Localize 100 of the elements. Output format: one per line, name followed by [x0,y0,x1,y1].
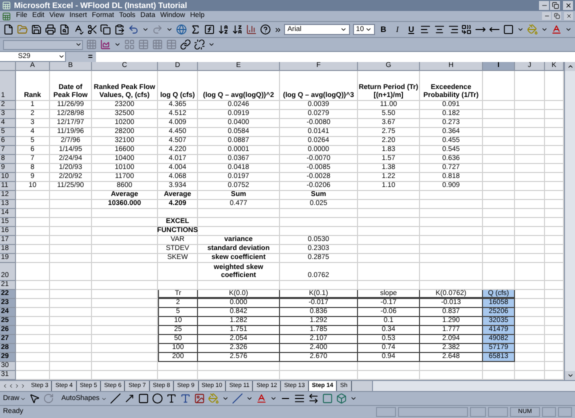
previous-sheet-icon[interactable] [8,383,14,389]
more-icon[interactable] [274,26,282,34]
table-cell [92,308,158,317]
table-cell [92,254,158,263]
style-button[interactable]: B [378,24,389,35]
arrow-style-icon[interactable] [308,393,318,404]
merge-center-icon[interactable] [461,24,472,35]
paste-icon[interactable] [114,24,126,35]
table-cell [50,353,92,362]
borders-icon[interactable] [503,24,514,35]
table-cell [50,245,92,254]
workbook-icon[interactable] [2,12,11,20]
picture-icon[interactable] [194,393,204,404]
line-color-icon[interactable] [232,393,242,404]
table-cell [158,362,198,371]
table-cell [515,218,545,227]
table-cell [420,245,483,254]
first-sheet-icon[interactable] [2,383,8,389]
help-icon[interactable] [260,24,270,35]
table-cell [50,200,92,209]
table-cell [358,281,420,290]
formula-field[interactable] [96,52,575,62]
spelling-icon[interactable] [72,24,84,35]
text-box-icon[interactable] [166,393,176,404]
table-cell [16,254,50,263]
table-cell [515,317,545,326]
caret-icon[interactable] [166,26,174,33]
table-cell [358,236,420,245]
table-cell [50,326,92,335]
table-cell [483,182,515,191]
caret-icon[interactable] [541,26,548,33]
table-cell [16,308,50,317]
area-chart-icon[interactable] [100,39,111,50]
table-cell [16,317,50,326]
table-cell [358,200,420,209]
caret-icon[interactable] [350,395,356,402]
cut-icon[interactable] [86,24,98,35]
line-icon[interactable] [110,393,120,404]
print-preview-icon[interactable] [58,24,70,35]
new-file-icon[interactable] [3,24,14,35]
table-cell [515,353,545,362]
caret-icon[interactable] [208,41,215,48]
sort-descending-icon[interactable] [232,24,243,35]
dropdown-field[interactable] [3,40,83,50]
next-sheet-icon[interactable] [14,383,20,389]
caret-icon[interactable] [564,26,572,33]
wordart-icon[interactable] [180,393,190,404]
caret-icon[interactable] [114,41,121,48]
arrow-icon[interactable] [124,393,134,404]
align-center-icon[interactable] [434,24,445,35]
table-cell [16,209,50,218]
increase-decimal-icon[interactable] [475,24,486,35]
table-cell [358,263,420,281]
table-cell [50,254,92,263]
scroll-down-icon[interactable] [566,372,574,379]
horizontal-scrollbar[interactable] [372,381,575,391]
fill-color-icon[interactable] [208,393,218,404]
oval-icon[interactable] [152,393,162,404]
fill-color-icon[interactable] [527,24,538,35]
table-cell [515,110,545,119]
style-button[interactable]: U [406,24,417,35]
font-color-icon[interactable] [550,24,562,35]
undo-icon[interactable] [128,24,140,35]
link-icon[interactable] [180,39,191,50]
sum-icon[interactable] [190,24,201,35]
table-cell [92,326,158,335]
table-cell [50,209,92,218]
caret-icon[interactable] [142,26,150,33]
unlink-icon[interactable] [194,39,205,50]
caret-icon[interactable] [270,395,276,402]
table-cell [50,344,92,353]
caret-icon[interactable] [517,26,524,33]
print-icon[interactable] [44,24,56,35]
equals-sign[interactable]: = [66,52,96,62]
align-right-icon[interactable] [448,24,458,35]
caret-icon[interactable] [222,395,228,402]
chart-icon[interactable] [246,24,257,35]
align-left-icon[interactable] [420,24,431,35]
pointer-icon[interactable] [29,393,40,404]
save-icon[interactable] [30,24,42,35]
rectangle-icon[interactable] [138,393,148,404]
copy-icon[interactable] [100,24,112,35]
table-cell [50,236,92,245]
table-cell [16,290,50,299]
table-cell [515,71,545,101]
scroll-up-icon[interactable] [566,63,574,70]
caret-icon[interactable] [246,395,252,402]
sort-ascending-icon[interactable] [218,24,229,35]
table-cell [515,335,545,344]
font-color-icon[interactable] [256,393,266,404]
function-icon[interactable] [204,24,215,35]
decrease-decimal-icon[interactable] [489,24,500,35]
style-button[interactable]: I [392,24,403,35]
dash-style-icon[interactable] [294,393,304,404]
table-cell [483,155,515,164]
last-sheet-icon[interactable] [20,383,26,389]
vertical-scrollbar[interactable] [564,62,575,380]
table-cell [50,299,92,308]
table-cell [420,362,483,371]
table-cell [483,110,515,119]
